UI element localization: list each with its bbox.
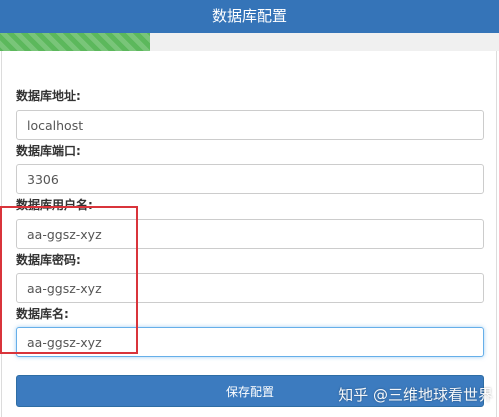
db-password-input[interactable] [16,273,484,303]
db-port-label: 数据库端口: [16,144,81,158]
db-password-label: 数据库密码: [16,253,81,267]
db-user-input[interactable] [16,219,484,249]
page-header: 数据库配置 [0,0,499,33]
progress-bar [0,33,499,51]
save-config-button[interactable]: 保存配置 [16,375,484,407]
db-name-label: 数据库名: [16,307,69,321]
page-title: 数据库配置 [211,7,287,25]
db-name-input[interactable] [16,327,484,357]
db-host-input[interactable] [16,110,484,140]
db-host-label: 数据库地址: [16,89,81,103]
db-port-input[interactable] [16,164,484,194]
db-user-label: 数据库用户名: [16,198,93,212]
progress-bar-fill [0,33,150,51]
